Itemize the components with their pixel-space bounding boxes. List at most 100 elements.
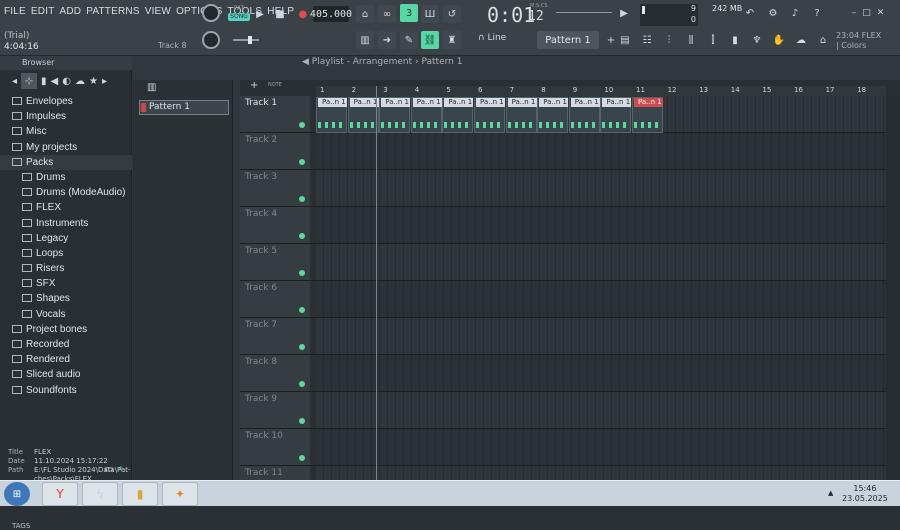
add-track-icon[interactable]: +	[250, 80, 258, 91]
minimize-icon[interactable]: –	[852, 8, 857, 18]
chevron-right-icon[interactable]: ▸	[102, 76, 107, 87]
pattern-clip[interactable]: Pa..n 1	[379, 97, 411, 133]
draw-tool-button[interactable]: ✎	[400, 31, 418, 49]
globe-icon[interactable]: ◐	[62, 76, 71, 87]
track-lane[interactable]	[316, 207, 886, 243]
browser-item[interactable]: Shapes	[0, 291, 132, 306]
channel-rack-button[interactable]: ☷	[638, 31, 656, 49]
menu-edit[interactable]: EDIT	[31, 6, 55, 17]
snap-arrow-button[interactable]: ➜	[378, 31, 396, 49]
track-lane[interactable]	[316, 133, 886, 169]
timeline-ruler[interactable]: 1 2 3 4 5 6 7 8 9 10 11 12 13 14 15 16 17 18	[316, 86, 886, 96]
track-mute-led[interactable]	[299, 418, 305, 424]
track-header[interactable]: Track 9	[240, 392, 310, 428]
track-header[interactable]: Track 1	[240, 96, 310, 132]
menu-view[interactable]: VIEW	[145, 6, 171, 17]
track-lane[interactable]	[316, 281, 886, 317]
plugin-picker-button[interactable]: ♆	[748, 31, 766, 49]
cloud-button[interactable]: ☁	[792, 31, 810, 49]
track-mute-led[interactable]	[299, 270, 305, 276]
pattern-clip[interactable]: Pa..n 1	[632, 97, 663, 133]
folder-icon[interactable]: ▭	[104, 464, 113, 475]
browser-item[interactable]: Soundfonts	[0, 383, 132, 398]
piano-icon[interactable]: ▥	[147, 82, 156, 93]
file-icon[interactable]: ▮	[41, 76, 47, 87]
play-button[interactable]: ▶	[252, 5, 268, 23]
mixer-button[interactable]: ⫶	[660, 31, 678, 49]
pattern-clip[interactable]: Pa..n 1	[600, 97, 632, 133]
menu-patterns[interactable]: PATTERNS	[86, 6, 139, 17]
track-lane[interactable]	[316, 355, 886, 391]
search-icon[interactable]: ⌕	[118, 463, 124, 474]
maximize-icon[interactable]: □	[862, 8, 871, 18]
browser-item[interactable]: Impulses	[0, 109, 132, 124]
record-button[interactable]: ●	[295, 5, 311, 23]
track-header[interactable]: Track 6	[240, 281, 310, 317]
track-lane[interactable]	[316, 392, 886, 428]
track-mute-led[interactable]	[299, 307, 305, 313]
track-mute-led[interactable]	[299, 196, 305, 202]
browser-item[interactable]: SFX	[0, 276, 132, 291]
browser-item[interactable]: Rendered	[0, 352, 132, 367]
pattern-clip[interactable]: Pa..n 1	[316, 97, 347, 133]
browser-button[interactable]: ▮	[726, 31, 744, 49]
track-header[interactable]: Track 8	[240, 355, 310, 391]
undo-button[interactable]: ↶	[741, 4, 759, 22]
pattern-clip[interactable]: Pa..n 1	[347, 97, 379, 133]
start-button[interactable]: ⊞	[4, 482, 30, 506]
browser-item[interactable]: Loops	[0, 246, 132, 261]
pattern-selector[interactable]: Pattern 1	[537, 31, 599, 49]
browser-item[interactable]: My projects	[0, 140, 132, 155]
browser-item[interactable]: Project bones	[0, 322, 132, 337]
taskbar-app2[interactable]: ϟ	[82, 482, 118, 506]
channel-settings-button[interactable]: ⫿	[704, 31, 722, 49]
track-mute-led[interactable]	[299, 455, 305, 461]
track-header[interactable]: Track 4	[240, 207, 310, 243]
playlist-button[interactable]: ▤	[616, 31, 634, 49]
browser-item[interactable]: FLEX	[0, 200, 132, 215]
tags-label[interactable]: TAGS	[12, 522, 30, 530]
browser-item[interactable]: Misc	[0, 124, 132, 139]
playhead[interactable]	[376, 86, 377, 480]
track-mute-led[interactable]	[299, 344, 305, 350]
pattern-clip[interactable]: Pa..n 1	[568, 97, 600, 133]
pattern-list-item[interactable]: Pattern 1	[139, 100, 229, 115]
mic-button[interactable]: ♪	[786, 4, 804, 22]
taskbar-browser[interactable]: Y	[42, 482, 78, 506]
browser-item[interactable]: Vocals	[0, 307, 132, 322]
browser-item[interactable]: Sliced audio	[0, 367, 132, 382]
blend-notes-button[interactable]: Ш	[421, 5, 439, 23]
all-files-button[interactable]: ⊹	[21, 73, 38, 89]
pat-song-toggle[interactable]: PAT SONG	[228, 5, 250, 23]
track-header[interactable]: Track 5	[240, 244, 310, 280]
link-button[interactable]: ⛓	[421, 31, 439, 49]
menu-add[interactable]: ADD	[60, 6, 82, 17]
close-icon[interactable]: ✕	[877, 8, 885, 18]
track-lane[interactable]	[316, 429, 886, 465]
prev-arrow-button[interactable]: ▶	[616, 5, 632, 21]
speaker-icon[interactable]: ◀	[51, 76, 59, 87]
browser-item[interactable]: Drums	[0, 170, 132, 185]
track-header[interactable]: Track 3	[240, 170, 310, 206]
countdown-button[interactable]: 3	[400, 4, 418, 22]
tray-arrow-icon[interactable]: ▲	[828, 489, 833, 497]
stamp-button[interactable]: ♜	[443, 31, 461, 49]
pattern-clip[interactable]: Pa..n 1	[442, 97, 474, 133]
tempo-display[interactable]: 405.000	[310, 6, 352, 22]
snap-select[interactable]: ∩ Line	[478, 33, 506, 43]
cloud-icon[interactable]: ☁	[75, 76, 85, 87]
track-mute-led[interactable]	[299, 159, 305, 165]
audio-settings-button[interactable]: ⚙	[764, 4, 782, 22]
pattern-clip[interactable]: Pa..n 1	[410, 97, 442, 133]
track-mute-led[interactable]	[299, 381, 305, 387]
browser-item[interactable]: Recorded	[0, 337, 132, 352]
browser-item[interactable]: Risers	[0, 261, 132, 276]
track-lane[interactable]	[316, 244, 886, 280]
track-header[interactable]: Track 7	[240, 318, 310, 354]
track-mute-led[interactable]	[299, 233, 305, 239]
touch-keyboard-button[interactable]: ✋	[770, 31, 788, 49]
metronome-button[interactable]: ⌂	[356, 5, 374, 23]
help-button[interactable]: ?	[808, 4, 826, 22]
master-pitch-knob[interactable]	[202, 31, 220, 49]
arrow-icon[interactable]: ◂	[12, 76, 17, 87]
